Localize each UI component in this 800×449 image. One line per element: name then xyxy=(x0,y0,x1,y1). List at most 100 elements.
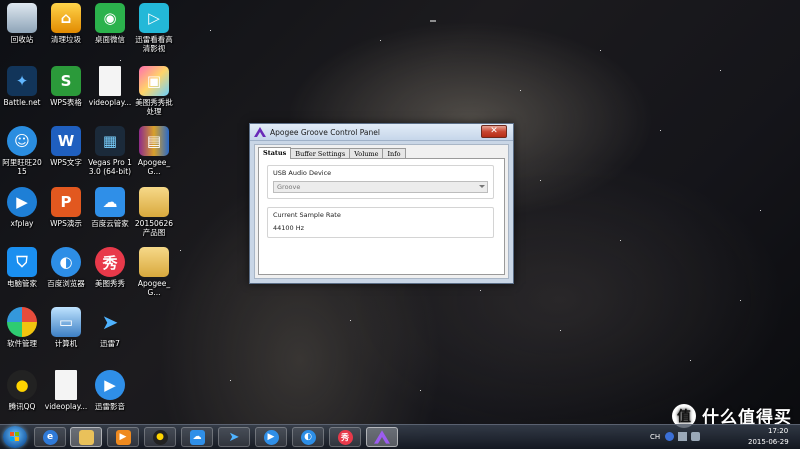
usb-audio-device-group: USB Audio Device Groove xyxy=(267,165,494,199)
status-tab-panel: USB Audio Device Groove Current Sample R… xyxy=(258,158,505,275)
input-language-indicator[interactable]: CH xyxy=(650,433,660,441)
meitu-icon: 秀 xyxy=(95,247,125,277)
baidu-browser-icon: ◐ xyxy=(51,247,81,277)
xfplay-icon: ▶ xyxy=(7,187,37,217)
desktop-icon-label: videoplay... xyxy=(44,402,88,411)
system-tray: CH 17:20 2015-06-29 xyxy=(620,425,800,449)
desktop-icon-label: 软件管理 xyxy=(7,339,37,348)
desktop-icon-label: videoplay... xyxy=(88,98,132,107)
window-titlebar[interactable]: Apogee Groove Control Panel xyxy=(250,124,513,141)
recycle-bin-icon xyxy=(7,3,37,33)
desktop-icon-xunlei-player[interactable]: ▶ 迅雷影音 xyxy=(88,370,132,411)
taskbar: e ▶ ● ☁ ➤ ▶ ◐ 秀 CH 17:20 2015-06-29 xyxy=(0,424,800,449)
desktop-icon-baidu-browser[interactable]: ◐ 百度浏览器 xyxy=(44,247,88,288)
desktop-icon-label: 桌面微信 xyxy=(95,35,125,44)
document-file-icon xyxy=(99,66,121,96)
window-title: Apogee Groove Control Panel xyxy=(270,127,380,137)
wps-writer-icon: W xyxy=(51,126,81,156)
sample-rate-group: Current Sample Rate 44100 Hz xyxy=(267,207,494,238)
desktop-icon-label: 迅雷影音 xyxy=(95,402,125,411)
taskbar-explorer[interactable] xyxy=(70,427,102,447)
desktop-icon-label: 百度云管家 xyxy=(91,219,129,228)
desktop-icon-computer[interactable]: ▭ 计算机 xyxy=(44,307,88,348)
close-button[interactable]: ✕ xyxy=(481,125,507,138)
desktop-icon-wps-presentation[interactable]: P WPS演示 xyxy=(44,187,88,228)
desktop-icon-label: WPS文字 xyxy=(50,158,82,167)
desktop-icon-apogee-archive[interactable]: ▤ Apogee_G... xyxy=(132,126,176,176)
desktop-icon-qq[interactable]: ● 腾讯QQ xyxy=(0,370,44,411)
start-button[interactable] xyxy=(3,426,27,448)
desktop-icon-recycle-bin[interactable]: 回收站 xyxy=(0,3,44,44)
desktop-icon-vegas-pro[interactable]: ▦ Vegas Pro 13.0 (64-bit) xyxy=(88,126,132,176)
desktop-icon-clean-trash[interactable]: ⌂ 清理垃圾 xyxy=(44,3,88,44)
desktop-icon-label: Apogee_G... xyxy=(137,158,171,176)
taskbar-qq[interactable]: ● xyxy=(144,427,176,447)
clock-date[interactable]: 2015-06-29 xyxy=(748,438,789,446)
desktop-icon-videoplay-file[interactable]: videoplay... xyxy=(88,66,132,107)
desktop-icon-label: 美图秀秀批处理 xyxy=(135,98,173,116)
desktop-icon-software-manager[interactable]: 软件管理 xyxy=(0,307,44,348)
desktop-icon-label: xfplay xyxy=(10,219,34,228)
sample-rate-label: Current Sample Rate xyxy=(273,211,341,219)
sample-rate-value: 44100 Hz xyxy=(273,224,305,232)
desktop-icon-label: 迅雷7 xyxy=(100,339,120,348)
desktop-icon-baidu-cloud[interactable]: ☁ 百度云管家 xyxy=(88,187,132,228)
folder-icon xyxy=(139,247,169,277)
aliwangwang-icon: ☺ xyxy=(7,126,37,156)
desktop-icon-label: 百度浏览器 xyxy=(47,279,85,288)
desktop-icon-xfplay[interactable]: ▶ xfplay xyxy=(0,187,44,228)
desktop-icon-battle-net[interactable]: ✦ Battle.net xyxy=(0,66,44,107)
taskbar-baidu-browser[interactable]: ◐ xyxy=(292,427,324,447)
desktop-icon-wps-writer[interactable]: W WPS文字 xyxy=(44,126,88,167)
tab-status[interactable]: Status xyxy=(258,147,292,159)
battle-net-icon: ✦ xyxy=(7,66,37,96)
usb-audio-device-label: USB Audio Device xyxy=(273,169,332,177)
desktop-icon-label: 迅雷看看高清影视 xyxy=(135,35,173,53)
desktop-icon-label: Battle.net xyxy=(3,98,41,107)
desktop-icon-label: WPS演示 xyxy=(50,219,82,228)
folder-icon xyxy=(139,187,169,217)
taskbar-media-player[interactable]: ▶ xyxy=(107,427,139,447)
clock-time[interactable]: 17:20 xyxy=(768,427,788,435)
desktop-icon-wechat[interactable]: ◉ 桌面微信 xyxy=(88,3,132,44)
document-file-icon xyxy=(55,370,77,400)
desktop-icon-label: 电脑管家 xyxy=(7,279,37,288)
desktop-icon-pc-manager[interactable]: ⛉ 电脑管家 xyxy=(0,247,44,288)
windows-logo-icon xyxy=(10,432,20,442)
desktop-icon-wps-spreadsheet[interactable]: S WPS表格 xyxy=(44,66,88,107)
meitu-icon: 秀 xyxy=(337,429,353,445)
device-select-value: Groove xyxy=(277,183,301,191)
desktop-icon-videoplay-file[interactable]: videoplay... xyxy=(44,370,88,411)
device-select[interactable]: Groove xyxy=(273,181,488,193)
desktop-icon-label: 计算机 xyxy=(54,339,78,348)
taskbar-apogee[interactable] xyxy=(366,427,398,447)
desktop-icon-aliwangwang[interactable]: ☺ 阿里旺旺2015 xyxy=(0,126,44,176)
pc-manager-icon: ⛉ xyxy=(7,247,37,277)
clean-trash-icon: ⌂ xyxy=(51,3,81,33)
desktop-icon-label: 回收站 xyxy=(10,35,34,44)
baidu-cloud-icon: ☁ xyxy=(189,429,205,445)
desktop-icon-product-folder[interactable]: 20150626产品图 xyxy=(132,187,176,237)
network-icon[interactable] xyxy=(678,432,687,441)
taskbar-meitu[interactable]: 秀 xyxy=(329,427,361,447)
qq-penguin-icon: ● xyxy=(152,429,168,445)
desktop-icon-label: 20150626产品图 xyxy=(134,219,174,237)
desktop-icon-meitu-batch[interactable]: ▣ 美图秀秀批处理 xyxy=(132,66,176,116)
desktop-icon-xunlei7[interactable]: ➤ 迅雷7 xyxy=(88,307,132,348)
vegas-pro-icon: ▦ xyxy=(95,126,125,156)
taskbar-ie[interactable]: e xyxy=(34,427,66,447)
volume-icon[interactable] xyxy=(691,432,700,441)
taskbar-xunlei[interactable]: ➤ xyxy=(218,427,250,447)
chevron-down-icon xyxy=(479,185,485,188)
desktop-icon-apogee-folder[interactable]: Apogee_G... xyxy=(132,247,176,297)
taskbar-baidu-cloud[interactable]: ☁ xyxy=(181,427,213,447)
help-icon[interactable] xyxy=(665,432,674,441)
desktop-icon-xunlei-kankan[interactable]: ▷ 迅雷看看高清影视 xyxy=(132,3,176,53)
desktop-icon-label: 阿里旺旺2015 xyxy=(2,158,42,176)
desktop-icon-label: Vegas Pro 13.0 (64-bit) xyxy=(88,158,132,176)
window-client-area: Status Buffer Settings Volume Info USB A… xyxy=(254,144,509,279)
desktop-icon-meitu[interactable]: 秀 美图秀秀 xyxy=(88,247,132,288)
apogee-control-panel-window: Apogee Groove Control Panel ✕ Status Buf… xyxy=(249,123,514,284)
taskbar-xunlei-player[interactable]: ▶ xyxy=(255,427,287,447)
desktop-icon-label: 腾讯QQ xyxy=(8,402,36,411)
